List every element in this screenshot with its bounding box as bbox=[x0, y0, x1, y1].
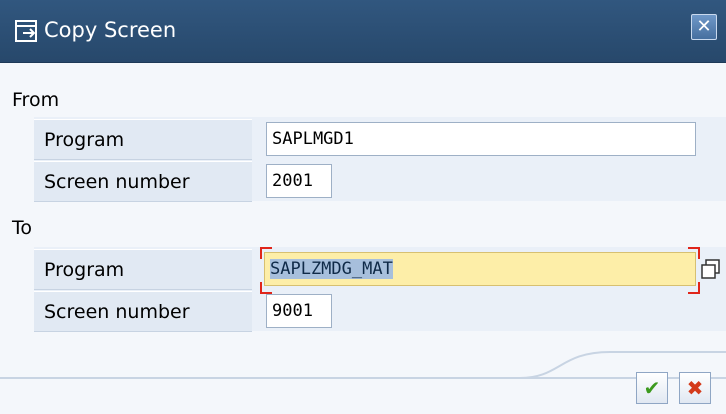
value-help-icon[interactable] bbox=[699, 257, 723, 281]
to-program-label-box: Program bbox=[34, 249, 252, 290]
from-screen-number-field[interactable]: 2001 bbox=[266, 164, 332, 198]
from-heading: From bbox=[12, 89, 60, 111]
from-screen-label: Screen number bbox=[44, 171, 190, 193]
required-marker-bottom-left bbox=[260, 282, 272, 294]
checkmark-icon: ✔ bbox=[643, 376, 661, 400]
from-screen-label-box: Screen number bbox=[34, 161, 252, 202]
to-heading: To bbox=[12, 217, 33, 239]
to-program-label: Program bbox=[44, 259, 125, 281]
from-program-field[interactable]: SAPLMGD1 bbox=[266, 122, 696, 156]
close-button[interactable]: ✕ bbox=[691, 14, 717, 40]
required-marker-bottom-right bbox=[688, 282, 700, 294]
title-bar[interactable]: Copy Screen ✕ bbox=[0, 0, 726, 63]
to-screen-label-box: Screen number bbox=[34, 291, 252, 332]
from-program-label: Program bbox=[44, 129, 125, 151]
copy-screen-dialog: Copy Screen ✕ From Program SAPLMGD1 Scre… bbox=[0, 0, 726, 414]
dialog-title: Copy Screen bbox=[44, 18, 177, 42]
from-program-label-box: Program bbox=[34, 119, 252, 160]
close-icon: ✕ bbox=[696, 16, 712, 37]
cancel-button[interactable]: ✖ bbox=[679, 372, 711, 404]
to-program-value: SAPLZMDG_MAT bbox=[270, 259, 393, 279]
confirm-button[interactable]: ✔ bbox=[636, 372, 668, 404]
copy-screen-icon bbox=[15, 20, 37, 42]
required-marker-top-left bbox=[260, 247, 272, 259]
cancel-x-icon: ✖ bbox=[686, 376, 704, 400]
to-program-field[interactable]: SAPLZMDG_MAT bbox=[264, 252, 696, 286]
to-screen-number-field[interactable]: 9001 bbox=[266, 294, 332, 328]
to-screen-label: Screen number bbox=[44, 301, 190, 323]
